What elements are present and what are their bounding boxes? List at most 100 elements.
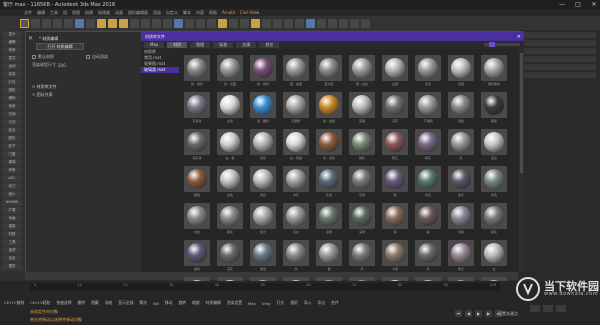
panel-row[interactable] bbox=[522, 64, 596, 70]
material-swatch[interactable]: 灰色 bbox=[347, 164, 377, 199]
command-button[interactable]: 材质 bbox=[2, 231, 22, 238]
command-button[interactable]: 编辑 bbox=[2, 39, 22, 46]
close-icon[interactable]: ✕ bbox=[28, 35, 33, 42]
command-button[interactable]: 相机 bbox=[2, 87, 22, 94]
pivot-button[interactable] bbox=[86, 18, 95, 28]
material-swatch[interactable]: 青灰 bbox=[413, 164, 443, 199]
material-swatch[interactable]: 黑漆 bbox=[479, 90, 509, 125]
material-swatch[interactable]: 绿灰 bbox=[347, 127, 377, 162]
menu-item[interactable]: 组 bbox=[63, 10, 67, 16]
material-swatch[interactable]: 亚光铝 bbox=[314, 53, 344, 88]
command-button[interactable]: NURBS bbox=[2, 199, 22, 206]
material-swatch[interactable]: 粉灰 bbox=[446, 238, 476, 273]
menu-item[interactable]: 图形编辑器 bbox=[128, 10, 148, 16]
material-swatch[interactable]: 灰 bbox=[281, 238, 311, 273]
toolbar-extra-5[interactable] bbox=[306, 18, 315, 28]
material-swatch[interactable]: 白 bbox=[479, 238, 509, 273]
quick-tool-button[interactable]: 冻结 bbox=[105, 300, 113, 306]
command-button[interactable]: 修改 bbox=[2, 47, 22, 54]
move-tool-button[interactable] bbox=[42, 18, 51, 28]
command-button[interactable]: 门窗 bbox=[2, 151, 22, 158]
open-material-editor-button[interactable]: 打开 材质编辑 bbox=[36, 43, 84, 50]
quick-tool-button[interactable]: 灯光 bbox=[277, 300, 285, 306]
command-button[interactable]: 粒子 bbox=[2, 143, 22, 150]
angle-snap-button[interactable] bbox=[108, 18, 117, 28]
material-swatch[interactable]: 铁 - 磨砂 bbox=[182, 53, 212, 88]
material-swatch[interactable]: 白漆 bbox=[215, 90, 245, 125]
toolbar-extra-2[interactable] bbox=[273, 18, 282, 28]
nav-item-team[interactable]: > 团队共享 bbox=[26, 92, 141, 98]
quick-tool-button[interactable]: 导出 bbox=[317, 300, 325, 306]
quick-tool-button[interactable]: 删除 bbox=[78, 300, 86, 306]
quick-tool-button[interactable]: 移动 bbox=[165, 300, 173, 306]
command-button[interactable]: 系统 bbox=[2, 103, 22, 110]
toolbar-extra-3[interactable] bbox=[284, 18, 293, 28]
material-swatch[interactable]: 蓝 - 塑料 bbox=[248, 90, 278, 125]
render-button[interactable] bbox=[251, 18, 260, 28]
material-swatch[interactable]: 紫 bbox=[380, 164, 410, 199]
browser-tab[interactable]: Max bbox=[144, 42, 165, 48]
menu-item[interactable]: 视图 bbox=[72, 10, 80, 16]
command-button[interactable]: 插件 bbox=[2, 263, 22, 270]
quick-tool-button[interactable]: 缩放 bbox=[192, 300, 200, 306]
quick-tool-button[interactable]: 相机 bbox=[290, 300, 298, 306]
close-button[interactable]: ✕ bbox=[590, 1, 598, 8]
select-region-button[interactable] bbox=[31, 18, 40, 28]
command-button[interactable]: 空间 bbox=[2, 111, 22, 118]
zoom-button[interactable] bbox=[530, 305, 540, 312]
material-swatch[interactable]: 深绿 bbox=[347, 201, 377, 236]
play-button[interactable]: ▶ bbox=[475, 310, 482, 317]
panel-row[interactable] bbox=[522, 72, 596, 78]
material-swatch[interactable]: 银 bbox=[314, 238, 344, 273]
orbit-button[interactable] bbox=[556, 305, 566, 312]
next-frame-button[interactable]: ▶ bbox=[485, 310, 492, 317]
material-swatch[interactable]: 浅灰 bbox=[248, 127, 278, 162]
material-swatch[interactable]: 白钢 bbox=[380, 53, 410, 88]
material-swatch[interactable]: 浅紫 bbox=[446, 201, 476, 236]
browser-tab[interactable]: 标准 bbox=[213, 42, 234, 48]
command-button[interactable]: 运动 bbox=[2, 63, 22, 70]
command-button[interactable]: 选项 bbox=[2, 247, 22, 254]
material-swatch[interactable]: 深灰漆 bbox=[182, 127, 212, 162]
command-button[interactable]: 动力 bbox=[2, 183, 22, 190]
quick-tool-button[interactable]: Ctrl+C复制 bbox=[4, 300, 24, 306]
material-swatch[interactable]: 亚光 bbox=[248, 201, 278, 236]
quick-tool-button[interactable]: Vray bbox=[262, 301, 271, 306]
slider-handle[interactable] bbox=[489, 42, 496, 47]
set-key-label[interactable]: 设置关键点 bbox=[498, 311, 518, 317]
material-swatch[interactable]: 亮铬 bbox=[347, 90, 377, 125]
toolbar-extra-10[interactable] bbox=[361, 18, 370, 28]
menu-item[interactable]: 编辑 bbox=[37, 10, 45, 16]
render-frame-button[interactable] bbox=[240, 18, 249, 28]
material-swatch[interactable]: 灰塑料 bbox=[281, 90, 311, 125]
material-swatch[interactable]: 银灰 bbox=[215, 201, 245, 236]
toolbar-extra-9[interactable] bbox=[350, 18, 359, 28]
material-swatch[interactable]: 青色 bbox=[479, 164, 509, 199]
browser-tab[interactable]: 光源 bbox=[236, 42, 257, 48]
render-setup-button[interactable] bbox=[229, 18, 238, 28]
command-button[interactable]: 工具 bbox=[2, 239, 22, 246]
thumbnail-size-slider[interactable] bbox=[484, 42, 520, 47]
material-swatch[interactable]: 亮白 bbox=[479, 127, 509, 162]
select-tool-button[interactable] bbox=[20, 18, 29, 28]
material-swatch[interactable]: 白 - 瓷 bbox=[215, 127, 245, 162]
default-material-checkbox[interactable]: 默认材质 bbox=[32, 54, 54, 60]
material-swatch[interactable]: 铁 - 光面 bbox=[215, 53, 245, 88]
material-swatch[interactable]: 灰 bbox=[347, 238, 377, 273]
menu-item[interactable]: Arnold bbox=[222, 10, 235, 15]
align-button[interactable] bbox=[163, 18, 172, 28]
material-swatch[interactable]: 拉丝 bbox=[182, 201, 212, 236]
browser-tab[interactable]: 材质 bbox=[167, 42, 188, 48]
panel-row[interactable] bbox=[522, 56, 596, 62]
quick-tool-button[interactable]: 隐藏 bbox=[91, 300, 99, 306]
material-swatch[interactable]: 灰蓝漆 bbox=[182, 90, 212, 125]
quick-tool-button[interactable]: 合并 bbox=[331, 300, 339, 306]
panel-row[interactable] bbox=[522, 48, 596, 54]
menu-item[interactable]: 创建 bbox=[85, 10, 93, 16]
menu-item[interactable]: 帮助 bbox=[209, 10, 217, 16]
command-button[interactable]: 面片 bbox=[2, 191, 22, 198]
menu-item[interactable]: 修改器 bbox=[98, 10, 110, 16]
command-button[interactable]: 实用 bbox=[2, 71, 22, 78]
material-swatch[interactable]: 灰漆 bbox=[413, 53, 443, 88]
preview-size-field[interactable]: 渲染球型尺寸 200 bbox=[32, 62, 66, 68]
